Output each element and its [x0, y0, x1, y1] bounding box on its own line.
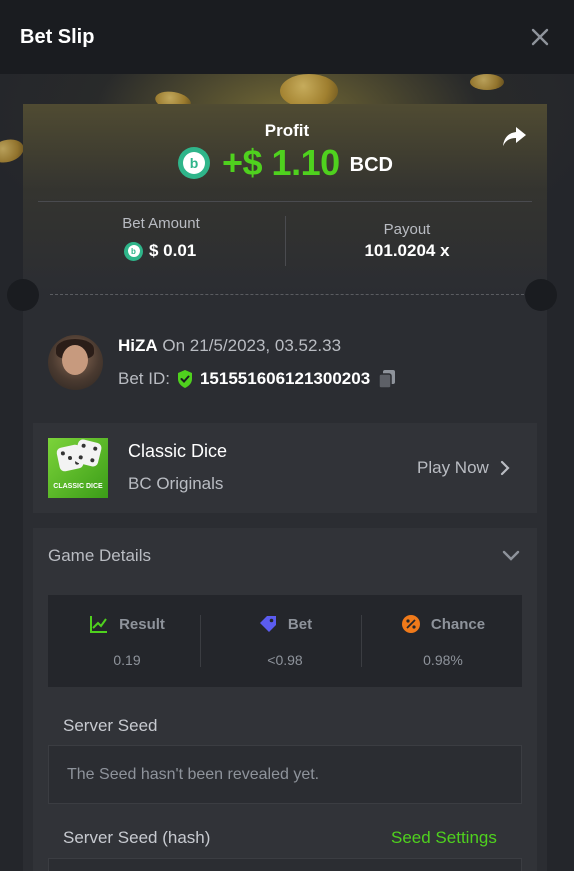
- server-seed-text: The Seed hasn't been revealed yet.: [67, 766, 320, 783]
- bet-tag-icon: [259, 616, 276, 632]
- play-now-label: Play Now: [417, 458, 489, 477]
- server-seed-label: Server Seed: [63, 716, 158, 735]
- game-details-title[interactable]: Game Details: [48, 546, 151, 566]
- result-label: Result: [119, 615, 165, 633]
- chance-value: 0.98%: [423, 652, 463, 668]
- percent-icon: [401, 615, 420, 633]
- bcd-small-coin-icon: b: [124, 241, 143, 261]
- share-icon[interactable]: [500, 124, 528, 150]
- ticket-perforation: [50, 294, 524, 295]
- bet-stat: Bet <0.98: [206, 595, 364, 687]
- payout-value: 101.0204 x: [364, 241, 450, 260]
- user-name[interactable]: HiZA: [118, 336, 158, 355]
- copy-icon[interactable]: [378, 369, 396, 389]
- bet-label: Bet: [287, 615, 313, 633]
- game-row[interactable]: CLASSIC DICE Classic Dice BC Originals P…: [33, 423, 537, 513]
- bet-amount-label: Bet Amount: [122, 215, 200, 232]
- bet-slip-header: Bet Slip: [0, 0, 574, 74]
- profit-row: b +$ 1.10 BCD: [178, 142, 393, 184]
- bet-value: <0.98: [267, 652, 303, 668]
- payout-label: Payout: [383, 221, 431, 238]
- game-title: Classic Dice: [128, 441, 228, 461]
- decorative-coin: [280, 74, 338, 108]
- ticket-notch-right: [525, 279, 557, 311]
- summary-column-divider: [285, 216, 286, 266]
- game-provider: BC Originals: [128, 474, 224, 493]
- game-details-panel: [33, 528, 537, 871]
- bet-amount-value-row: b $ 0.01: [124, 241, 196, 261]
- close-icon: [531, 28, 549, 46]
- bet-amount-value: $ 0.01: [149, 241, 197, 260]
- seed-settings-link[interactable]: Seed Settings: [391, 828, 497, 848]
- close-button[interactable]: [526, 23, 554, 51]
- summary-divider: [38, 201, 532, 202]
- server-seed-hash-label: Server Seed (hash): [63, 828, 211, 847]
- chance-stat: Chance 0.98%: [364, 595, 522, 687]
- verified-shield-icon: [177, 370, 192, 388]
- stat-divider: [361, 615, 362, 667]
- chevron-down-icon[interactable]: [501, 545, 521, 565]
- classic-dice-thumbnail: CLASSIC DICE: [48, 438, 108, 498]
- bet-id-line: Bet ID: 151551606121300203: [118, 368, 396, 390]
- bet-slip-title: Bet Slip: [20, 25, 95, 48]
- chevron-right-icon: [500, 460, 510, 476]
- profit-currency: BCD: [349, 153, 393, 176]
- stat-divider: [200, 615, 201, 667]
- avatar[interactable]: [48, 335, 103, 390]
- ticket-notch-left: [7, 279, 39, 311]
- thumbnail-label: CLASSIC DICE: [53, 483, 103, 490]
- profit-label: Profit: [264, 121, 310, 140]
- bet-date: On 21/5/2023, 03.52.33: [162, 336, 342, 355]
- decorative-coin: [470, 74, 504, 90]
- result-value: 0.19: [113, 652, 141, 668]
- server-seed-hash-field: [48, 858, 522, 871]
- bet-id-label: Bet ID:: [118, 369, 170, 388]
- result-stat: Result 0.19: [48, 595, 206, 687]
- result-icon: [90, 616, 108, 633]
- chance-label: Chance: [430, 615, 486, 633]
- bet-id-value: 151551606121300203: [199, 369, 371, 388]
- user-line: HiZA On 21/5/2023, 03.52.33: [118, 336, 341, 356]
- profit-value: +$ 1.10: [222, 142, 340, 183]
- bcd-coin-icon: b: [178, 147, 210, 179]
- game-stats-box: Result 0.19 Bet <0.98 Chance 0.98%: [48, 595, 522, 687]
- server-seed-field: The Seed hasn't been revealed yet.: [48, 745, 522, 804]
- play-now-link[interactable]: Play Now: [417, 458, 511, 478]
